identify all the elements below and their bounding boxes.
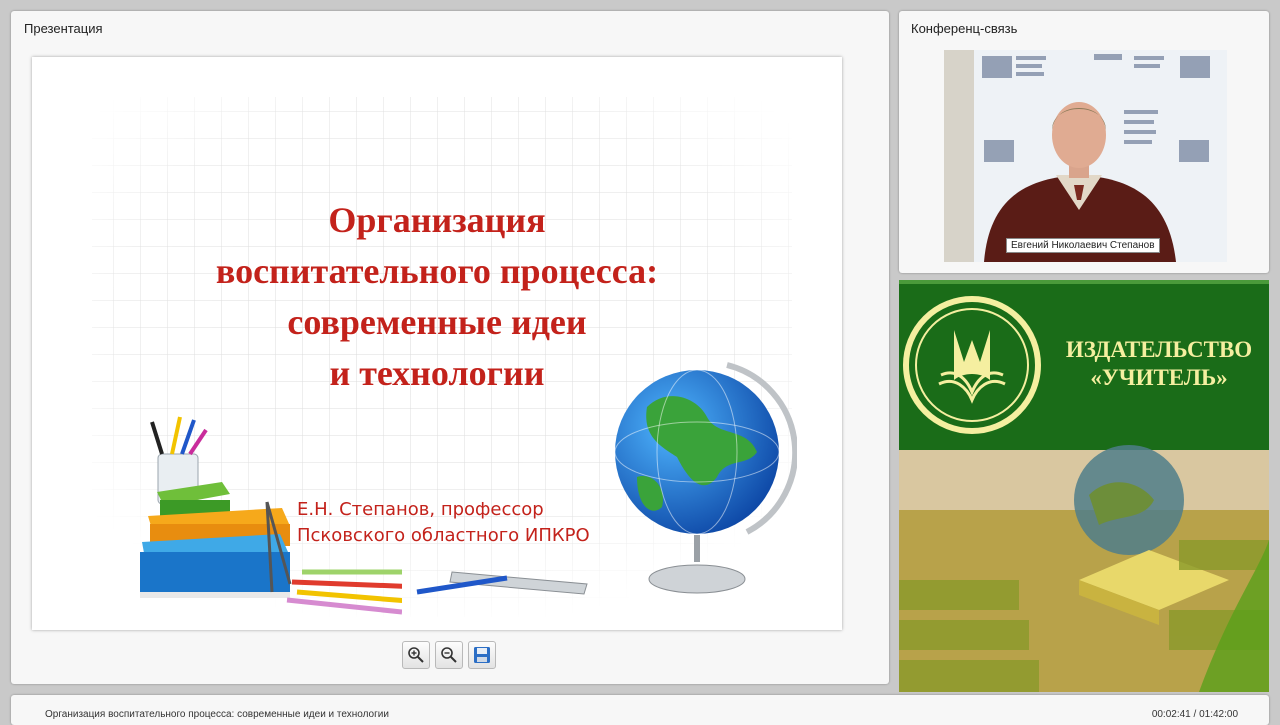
status-bar: Организация воспитательного процесса: со… (11, 695, 1269, 725)
conference-panel-title: Конференц-связь (911, 21, 1018, 36)
globe-illustration (614, 362, 797, 594)
lecture-title: Организация воспитательного процесса: со… (45, 709, 389, 720)
slide-title-line: Организация (328, 200, 546, 240)
publisher-name: ИЗДАТЕЛЬСТВО «УЧИТЕЛЬ» (1049, 336, 1269, 392)
presenter-name-label: Евгений Николаевич Степанов (1006, 238, 1160, 253)
save-icon (474, 647, 490, 663)
publisher-name-line: «УЧИТЕЛЬ» (1090, 365, 1228, 390)
zoom-in-button[interactable] (402, 641, 430, 669)
zoom-out-icon (441, 647, 457, 663)
webcam-feed-illustration (944, 50, 1227, 262)
slide-author-line: Псковского областного ИПКРО (297, 525, 590, 546)
playback-time: 00:02:41 / 01:42:00 (1151, 709, 1238, 720)
zoom-out-button[interactable] (435, 641, 463, 669)
webcam-video: Евгений Николаевич Степанов (944, 50, 1227, 262)
conference-panel: Конференц-связь Евгений Николаевич Степа… (899, 11, 1269, 273)
publisher-name-line: ИЗДАТЕЛЬСТВО (1065, 337, 1253, 362)
presentation-panel: Презентация Организация воспитательного … (11, 11, 889, 684)
publisher-banner[interactable]: ИЗДАТЕЛЬСТВО «УЧИТЕЛЬ» (899, 280, 1269, 692)
save-button[interactable] (468, 641, 496, 669)
zoom-in-icon (408, 647, 424, 663)
slide-author-line: Е.Н. Степанов, профессор (297, 499, 544, 520)
slide-author: Е.Н. Степанов, профессор Псковского обла… (297, 497, 590, 549)
presentation-slide: Организация воспитательного процесса: со… (32, 57, 842, 630)
presentation-panel-title: Презентация (24, 21, 103, 36)
slide-title-line: современные идеи (287, 302, 587, 342)
pen-ruler-illustration (416, 571, 588, 595)
slide-title-line: воспитательного процесса: (215, 251, 659, 291)
